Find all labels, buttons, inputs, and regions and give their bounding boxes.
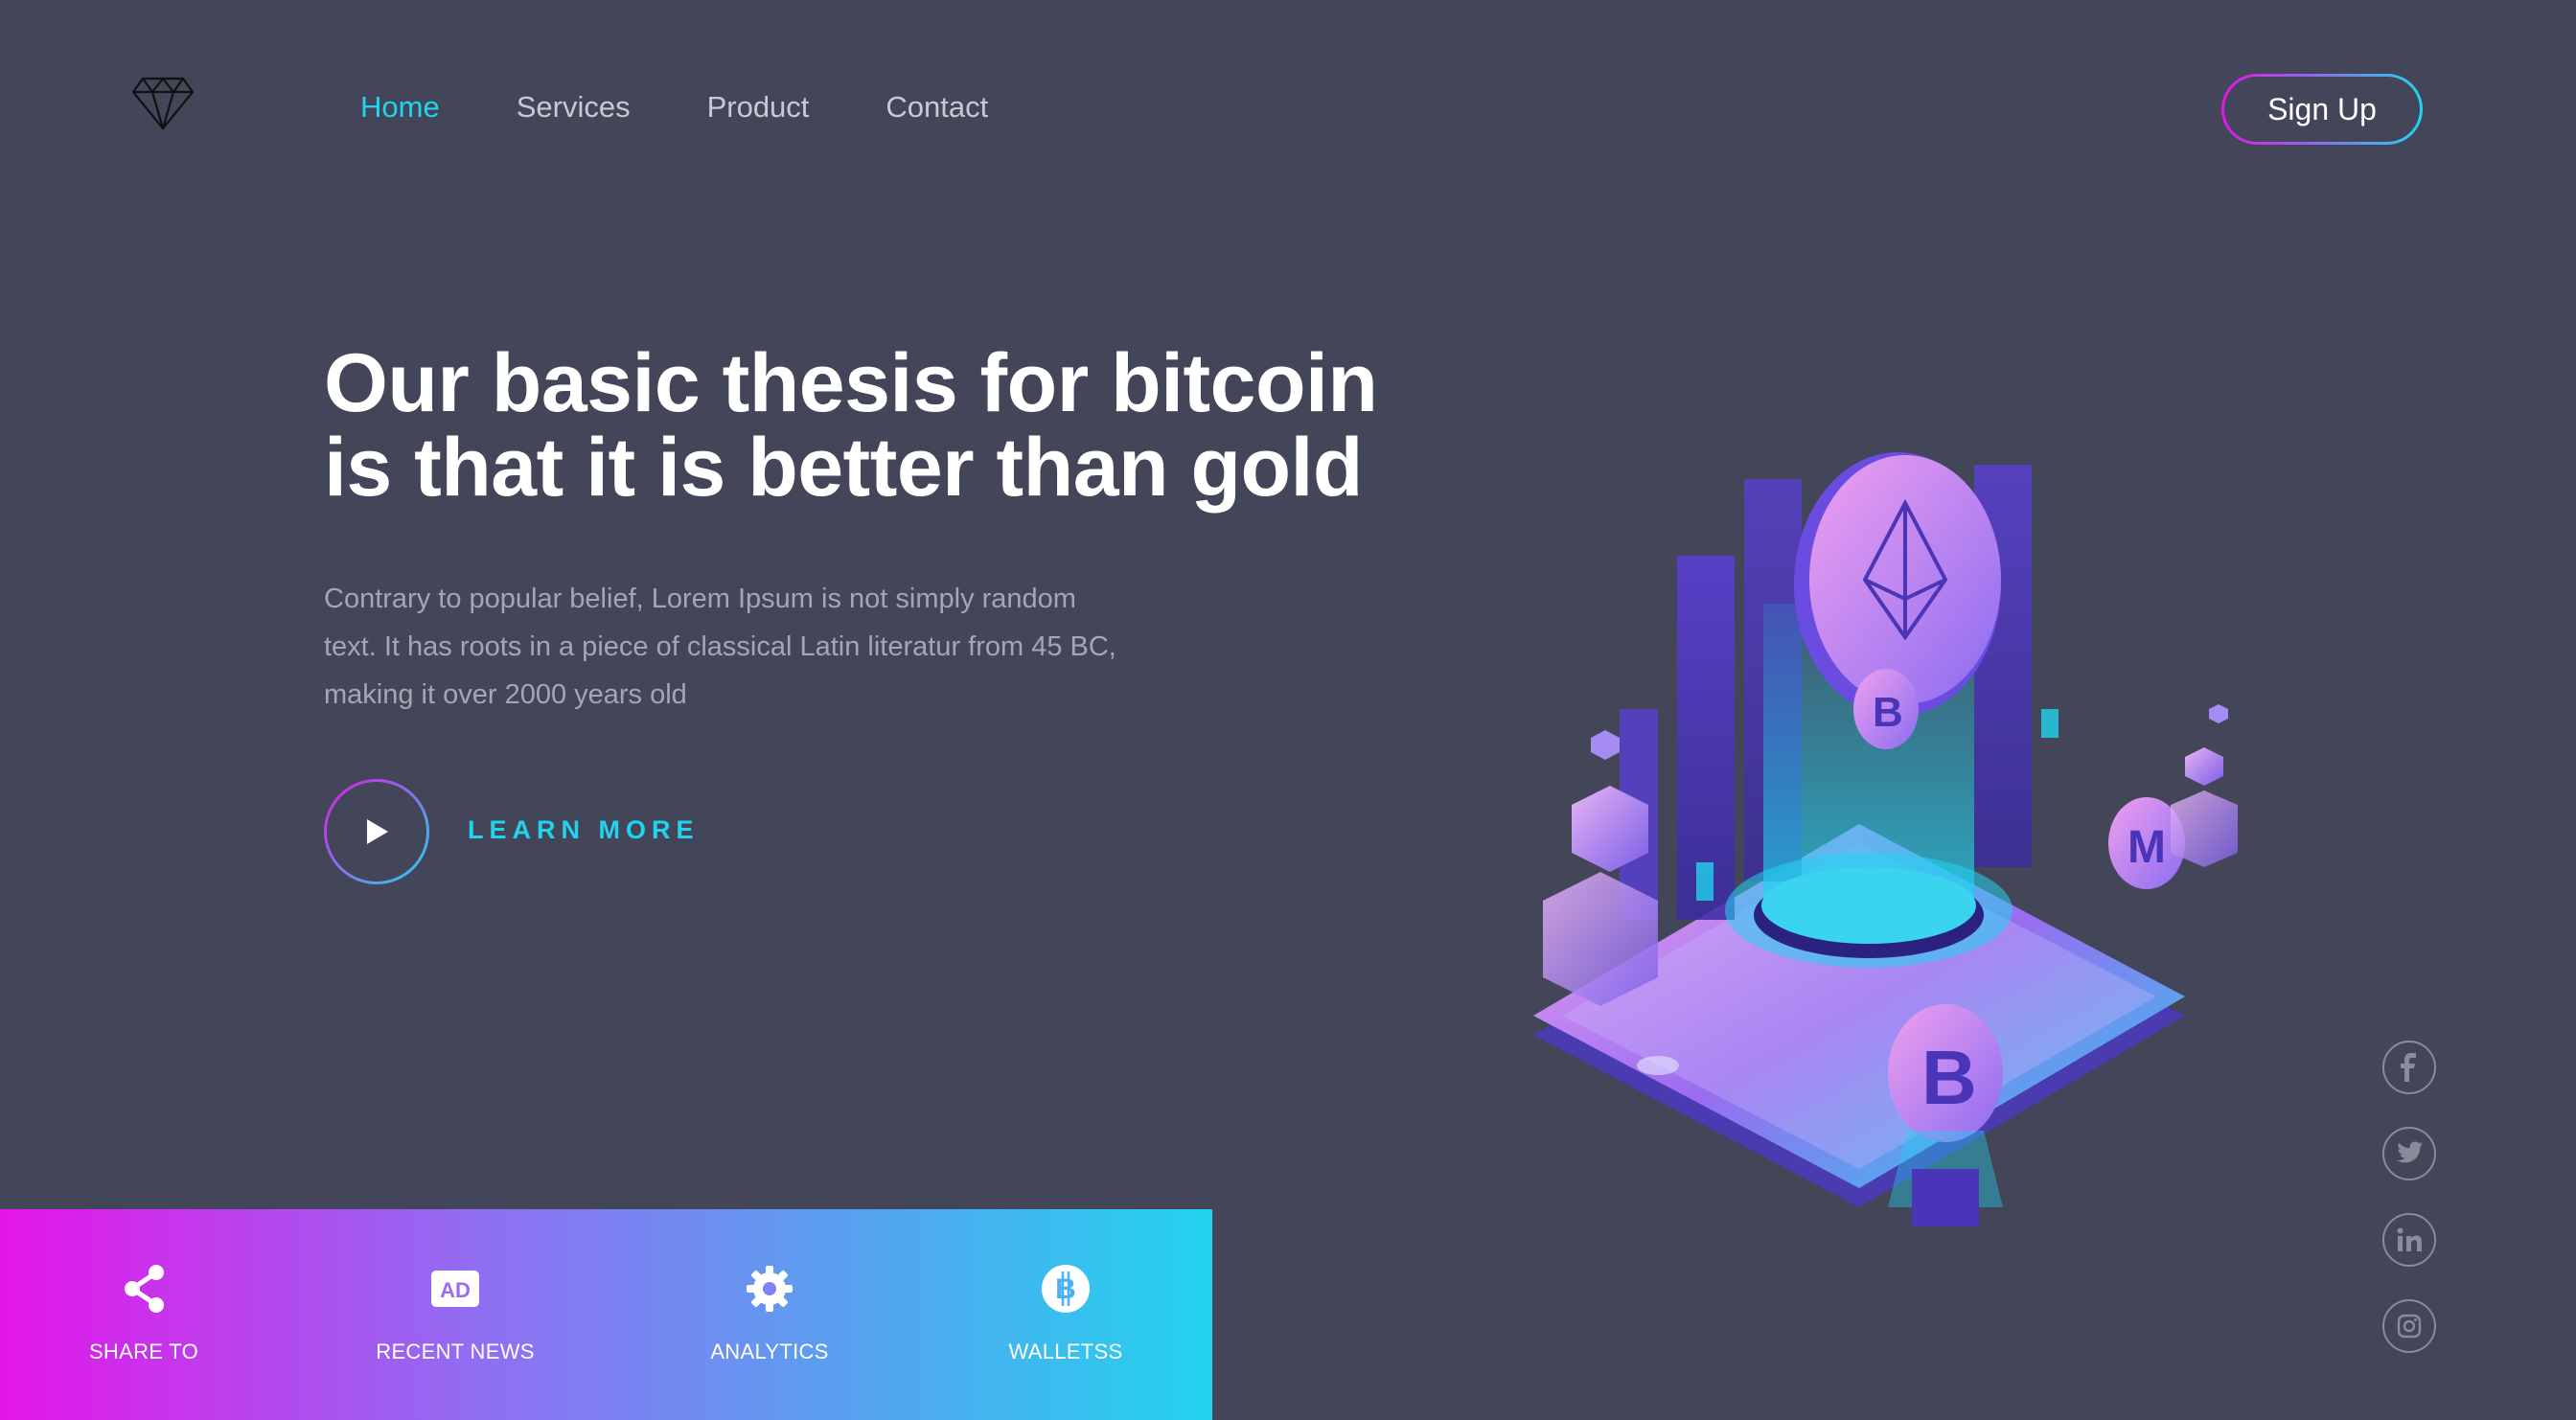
- linkedin-icon[interactable]: [2382, 1213, 2436, 1267]
- feature-wallets[interactable]: B WALLETSS: [912, 1209, 1219, 1420]
- ad-icon: AD: [430, 1264, 480, 1314]
- feature-wallets-label: WALLETSS: [1008, 1340, 1123, 1363]
- bitcoin-icon: B: [1041, 1264, 1091, 1314]
- feature-bar: SHARE TO AD RECENT NEWS ANALYTICS B WALL…: [0, 1209, 1212, 1420]
- feature-analytics[interactable]: ANALYTICS: [616, 1209, 923, 1420]
- svg-text:B: B: [1921, 1035, 1977, 1120]
- gear-icon: [745, 1264, 794, 1314]
- instagram-icon[interactable]: [2382, 1299, 2436, 1353]
- nav-home[interactable]: Home: [360, 84, 440, 130]
- feature-share[interactable]: SHARE TO: [0, 1209, 297, 1420]
- hero-paragraph: Contrary to popular belief, Lorem Ipsum …: [324, 575, 1186, 719]
- feature-analytics-label: ANALYTICS: [710, 1340, 829, 1363]
- main-nav: Home Services Product Contact: [360, 84, 988, 130]
- diamond-logo-icon[interactable]: [131, 77, 195, 130]
- feature-recent-news-label: RECENT NEWS: [376, 1340, 535, 1363]
- headline-line-1: Our basic thesis for bitcoin: [324, 337, 1378, 429]
- hero-headline: Our basic thesis for bitcoin is that it …: [324, 341, 1474, 510]
- paragraph-line-3: making it over 2000 years old: [324, 679, 687, 710]
- crypto-isometric-illustration: B B M: [1533, 452, 2238, 1226]
- feature-share-label: SHARE TO: [88, 1340, 199, 1363]
- facebook-icon[interactable]: [2382, 1041, 2436, 1094]
- headline-line-2: is that it is better than gold: [324, 422, 1363, 514]
- nav-product[interactable]: Product: [707, 84, 810, 130]
- play-icon: [367, 819, 388, 844]
- svg-text:AD: AD: [440, 1278, 471, 1302]
- nav-services[interactable]: Services: [517, 84, 631, 130]
- svg-text:M: M: [2128, 822, 2166, 873]
- svg-text:B: B: [1055, 1273, 1076, 1305]
- play-button[interactable]: [324, 779, 429, 884]
- paragraph-line-2: text. It has roots in a piece of classic…: [324, 631, 1116, 662]
- nav-contact[interactable]: Contact: [886, 84, 988, 130]
- learn-more-link[interactable]: LEARN MORE: [468, 813, 700, 847]
- sign-up-label: Sign Up: [2224, 77, 2420, 142]
- sign-up-button[interactable]: Sign Up: [2221, 74, 2423, 145]
- paragraph-line-1: Contrary to popular belief, Lorem Ipsum …: [324, 584, 1076, 614]
- twitter-icon[interactable]: [2382, 1127, 2436, 1180]
- svg-text:B: B: [1873, 689, 1903, 736]
- feature-recent-news[interactable]: AD RECENT NEWS: [302, 1209, 609, 1420]
- share-icon: [119, 1264, 169, 1314]
